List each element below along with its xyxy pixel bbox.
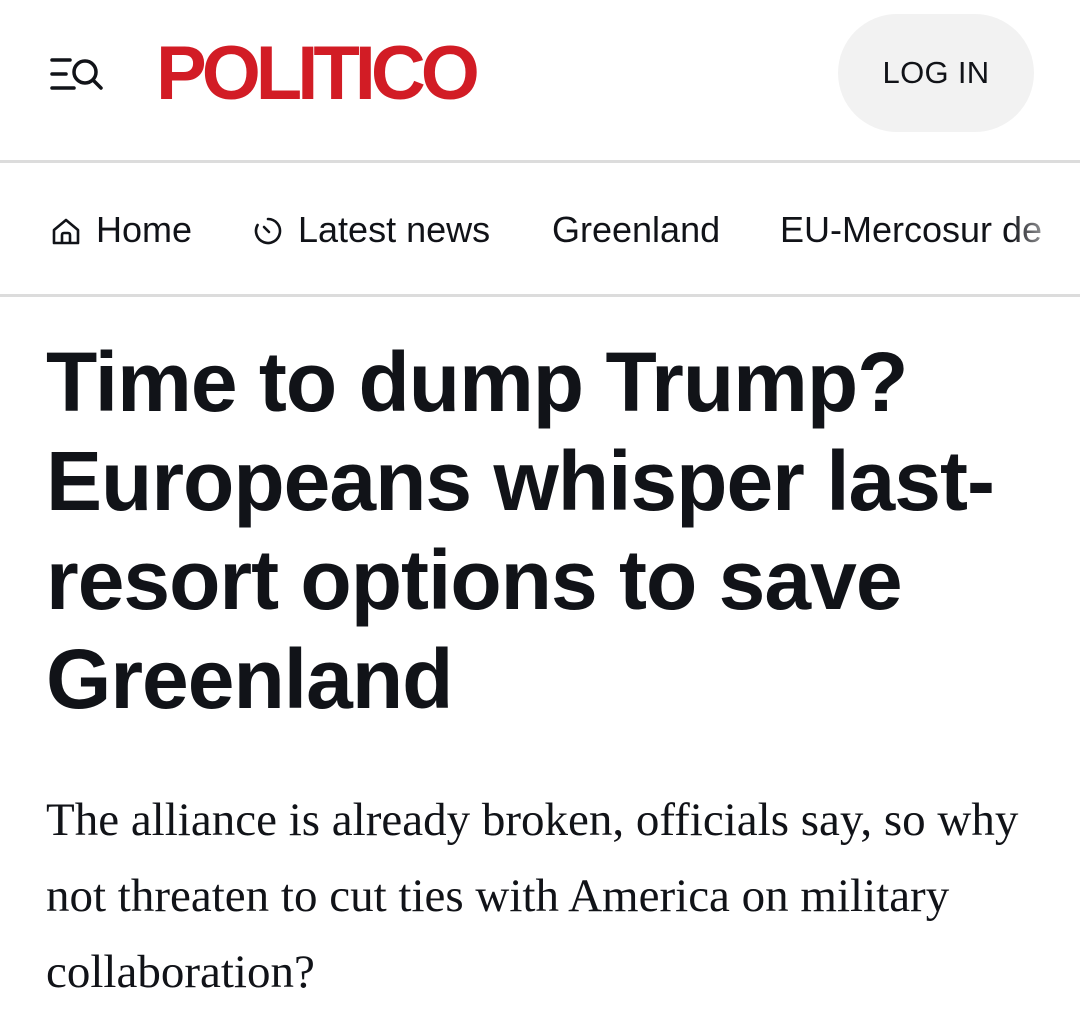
login-button-label: LOG IN bbox=[882, 55, 990, 90]
home-icon bbox=[50, 214, 82, 246]
politico-logo[interactable]: POLITICO bbox=[156, 34, 480, 114]
nav-item-label: Latest news bbox=[298, 209, 491, 250]
nav-item-eu-mercosur[interactable]: EU-Mercosur de bbox=[780, 207, 1042, 253]
nav-item-latest-news[interactable]: Latest news bbox=[252, 207, 490, 253]
article-headline: Time to dump Trump? Europeans whisper la… bbox=[46, 335, 995, 726]
nav-item-home[interactable]: Home bbox=[50, 207, 192, 253]
menu-search-icon[interactable] bbox=[50, 52, 106, 96]
login-button[interactable]: LOG IN bbox=[838, 14, 1034, 132]
nav-item-label: Home bbox=[96, 209, 193, 250]
clock-icon bbox=[252, 214, 284, 246]
nav-item-label: EU-Mercosur de bbox=[780, 209, 1043, 250]
section-nav: Home Latest news Greenland EU-Mercosur d… bbox=[0, 163, 1080, 297]
nav-item-label: Greenland bbox=[552, 209, 721, 250]
nav-item-greenland[interactable]: Greenland bbox=[552, 207, 720, 253]
site-header: POLITICO LOG IN bbox=[0, 0, 1080, 163]
article-dek: The alliance is already broken, official… bbox=[46, 794, 1019, 998]
